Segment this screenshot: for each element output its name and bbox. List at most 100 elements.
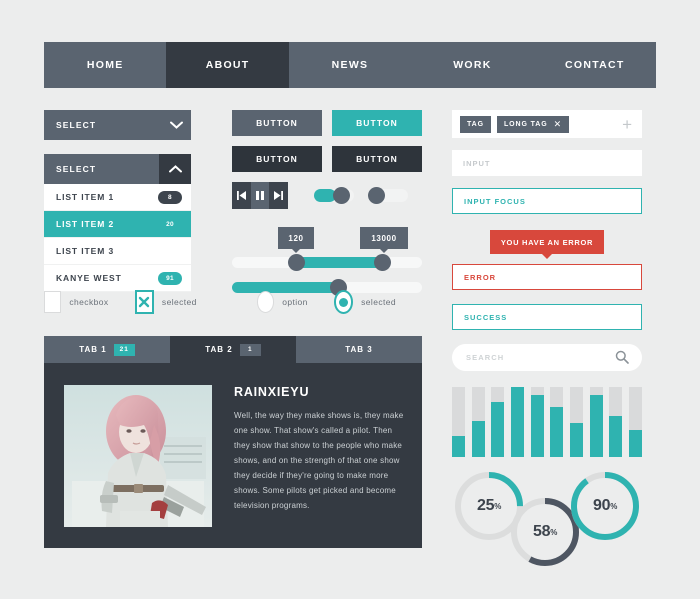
- input-focus-label: INPUT FOCUS: [464, 196, 526, 206]
- donut-chart-group: 25% 58% 90%: [452, 469, 642, 574]
- bar-track: [589, 387, 603, 457]
- list-item[interactable]: KANYE WEST 91: [44, 265, 191, 292]
- chevron-down-icon[interactable]: [161, 110, 191, 140]
- tag-input[interactable]: TAG LONG TAG ✕ +: [452, 110, 642, 138]
- checkbox-checked[interactable]: [134, 290, 154, 314]
- tab-1[interactable]: TAB 1 21: [44, 336, 170, 363]
- nav-item-contact[interactable]: CONTACT: [534, 42, 656, 88]
- input-focused[interactable]: INPUT FOCUS: [452, 188, 642, 214]
- range-slider-track: [296, 257, 382, 268]
- radio-unselected[interactable]: [256, 291, 275, 313]
- bar-track: [550, 387, 564, 457]
- chevron-up-icon[interactable]: [159, 154, 191, 184]
- bar-track: [530, 387, 544, 457]
- list-item[interactable]: LIST ITEM 3: [44, 238, 191, 265]
- select-closed[interactable]: SELECT: [44, 110, 191, 140]
- article-title: RAINXIEYU: [234, 385, 310, 399]
- input-success[interactable]: SUCCESS: [452, 304, 642, 330]
- article-photo: [64, 385, 212, 527]
- toggle-group: [314, 187, 422, 204]
- pause-icon[interactable]: [250, 182, 270, 209]
- tab-2[interactable]: TAB 2 1: [170, 336, 296, 363]
- close-icon[interactable]: ✕: [554, 119, 562, 129]
- bar-track: [510, 387, 524, 457]
- toggle-off[interactable]: [368, 187, 408, 204]
- bar-fill: [471, 420, 485, 457]
- checkbox-label: checkbox: [69, 297, 109, 307]
- list-item-label: KANYE WEST: [56, 273, 122, 283]
- status-badge: 20: [166, 220, 174, 228]
- main-navigation: HOME ABOUT NEWS WORK CONTACT: [44, 42, 656, 88]
- tag-label: TAG: [467, 120, 484, 128]
- toggle-on[interactable]: [314, 187, 354, 204]
- button-dark-left[interactable]: BUTTON: [232, 146, 322, 172]
- article-text: RAINXIEYU Well, the way they make shows …: [234, 385, 404, 526]
- input-error[interactable]: ERROR: [452, 264, 642, 290]
- button-dark-right[interactable]: BUTTON: [332, 146, 422, 172]
- range-slider[interactable]: [232, 254, 422, 271]
- search-input[interactable]: SEARCH: [452, 344, 642, 371]
- status-badge: 8: [158, 190, 182, 204]
- range-slider-handle-max[interactable]: [374, 254, 391, 271]
- next-icon[interactable]: [269, 182, 288, 209]
- select-label: SELECT: [56, 164, 97, 174]
- list-item[interactable]: LIST ITEM 1 8: [44, 184, 191, 211]
- toggle-knob[interactable]: [333, 187, 350, 204]
- bar-track: [452, 387, 465, 457]
- slider-max-tooltip: 13000: [360, 227, 408, 253]
- portrait-illustration: [64, 385, 212, 527]
- nav-item-about[interactable]: ABOUT: [166, 42, 289, 88]
- nav-item-work[interactable]: WORK: [411, 42, 533, 88]
- button-label: BUTTON: [256, 154, 298, 164]
- button-label: BUTTON: [356, 154, 398, 164]
- tab-label: TAB 2: [205, 345, 233, 354]
- range-slider-handle-min[interactable]: [288, 254, 305, 271]
- input-plain[interactable]: INPUT: [452, 150, 642, 176]
- list-item[interactable]: LIST ITEM 2 20: [44, 211, 191, 238]
- donut-chart-90: 90%: [568, 469, 642, 543]
- plus-icon[interactable]: +: [622, 116, 632, 133]
- bar-fill: [510, 387, 524, 457]
- button-teal[interactable]: BUTTON: [332, 110, 422, 136]
- tag-chip-removable[interactable]: LONG TAG ✕: [496, 115, 570, 133]
- tabs-widget: TAB 1 21 TAB 2 1 TAB 3 RAINXIEYU Well, t…: [44, 336, 422, 548]
- button-grey[interactable]: BUTTON: [232, 110, 322, 136]
- nav-label: CONTACT: [565, 59, 625, 71]
- bar-fill: [628, 430, 642, 457]
- nav-label: NEWS: [331, 59, 369, 71]
- nav-label: ABOUT: [205, 59, 250, 71]
- tab-badge: 1: [239, 343, 261, 356]
- toggle-knob[interactable]: [368, 187, 385, 204]
- checkbox-selected-label: selected: [161, 297, 197, 307]
- dropdown-column: SELECT SELECT LIST ITEM 1 8 LIST ITEM 2 …: [44, 110, 191, 292]
- tag-label: LONG TAG: [503, 120, 548, 128]
- radio-selected[interactable]: [333, 290, 354, 314]
- nav-item-home[interactable]: HOME: [44, 42, 166, 88]
- tab-3[interactable]: TAB 3: [296, 336, 422, 363]
- radio-dot: [338, 297, 348, 307]
- previous-icon[interactable]: [232, 182, 251, 209]
- checkbox-unchecked[interactable]: [44, 291, 62, 313]
- bar-track: [628, 387, 642, 457]
- slider-min-tooltip: 120: [278, 227, 314, 253]
- article-body: Well, the way they make shows is, they m…: [234, 411, 404, 510]
- nav-label: HOME: [86, 59, 124, 71]
- button-label: BUTTON: [356, 118, 398, 128]
- bar-track: [609, 387, 623, 457]
- tag-chip[interactable]: TAG: [460, 115, 491, 133]
- nav-item-news[interactable]: NEWS: [289, 42, 411, 88]
- radio-selected-label: selected: [361, 297, 397, 307]
- error-tooltip-label: YOU HAVE AN ERROR: [500, 237, 594, 247]
- search-icon[interactable]: [615, 350, 629, 366]
- bar-fill: [589, 395, 603, 457]
- input-error-label: ERROR: [464, 272, 497, 282]
- donut-value: 25: [476, 497, 495, 514]
- button-row-top: BUTTON BUTTON: [232, 110, 422, 136]
- tab-label: TAB 3: [345, 345, 373, 354]
- select-open[interactable]: SELECT: [44, 154, 191, 184]
- input-placeholder: INPUT: [463, 158, 491, 168]
- slider-tooltips: 120 13000: [232, 227, 422, 253]
- donut-unit: %: [494, 501, 502, 511]
- donut-label: 90%: [568, 469, 642, 543]
- bar-fill: [609, 416, 623, 457]
